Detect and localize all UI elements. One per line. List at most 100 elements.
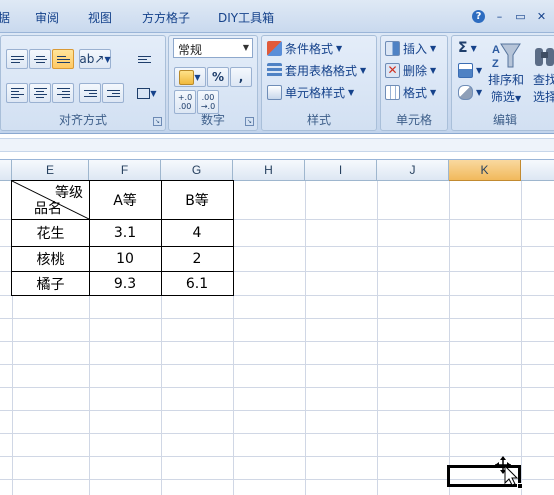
delete-cells-icon: ✕ xyxy=(385,62,400,78)
table-border xyxy=(89,180,90,296)
column-header-h[interactable]: H xyxy=(233,160,305,181)
format-cells-button[interactable]: 格式 ▼ xyxy=(385,82,436,102)
cell-value-a[interactable]: 9.3 xyxy=(89,272,161,295)
gridline xyxy=(0,410,554,411)
increase-decimal-bottom: .00 xyxy=(178,102,192,111)
format-as-table-button[interactable]: 套用表格格式 ▼ xyxy=(267,60,366,80)
fill-button[interactable]: ▼ xyxy=(458,60,482,80)
table-border xyxy=(12,219,234,220)
diagonal-header-bottom: 品名 xyxy=(34,201,62,217)
cell-value-a[interactable]: 10 xyxy=(89,247,161,271)
decrease-decimal-button[interactable]: .00 →.0 xyxy=(197,90,219,114)
align-top-icon xyxy=(10,55,24,63)
column-header-partial-right[interactable] xyxy=(521,160,554,181)
autosum-button[interactable]: Σ ▼ xyxy=(458,38,477,58)
cell-name[interactable]: 花生 xyxy=(12,220,89,246)
accounting-format-button[interactable]: ▼ xyxy=(174,67,206,87)
wrap-text-button[interactable] xyxy=(133,49,155,69)
group-editing-label: 编辑 xyxy=(492,113,517,127)
window-controls: ? – ▭ ✕ xyxy=(472,10,548,23)
gridline xyxy=(305,181,306,495)
dialog-launcher-icon[interactable]: ↘ xyxy=(245,117,254,126)
tab-review[interactable]: 审阅 xyxy=(35,9,59,26)
ribbon: ab↗ ▼ ▼ 对齐方式 ↘ 数字 ↘ 常规 ▼ ▼ % , +.0 .00 .… xyxy=(0,32,554,134)
worksheet-grid[interactable]: E F G H I J K 等级 品名 A等 B等 花生 3.1 4 核桃 10… xyxy=(0,160,554,495)
percent-style-button[interactable]: % xyxy=(207,67,229,87)
align-bottom-button[interactable] xyxy=(52,49,74,69)
conditional-formatting-label: 条件格式 xyxy=(285,41,334,56)
column-header-e[interactable]: E xyxy=(12,160,89,181)
delete-cells-button[interactable]: ✕ 删除 ▼ xyxy=(385,60,436,80)
column-header-partial[interactable] xyxy=(0,160,12,181)
minimize-icon[interactable]: – xyxy=(493,10,506,23)
svg-text:A: A xyxy=(492,44,500,56)
comma-style-button[interactable]: , xyxy=(230,67,252,87)
insert-cells-icon xyxy=(385,40,400,56)
align-right-button[interactable] xyxy=(52,83,74,103)
align-top-button[interactable] xyxy=(6,49,28,69)
insert-cells-label: 插入 xyxy=(403,41,428,56)
cell-header-b[interactable]: B等 xyxy=(161,181,233,219)
cell-styles-button[interactable]: 单元格样式 ▼ xyxy=(267,82,354,102)
find-select-button[interactable]: 查找 选择 xyxy=(532,40,554,106)
align-bottom-icon xyxy=(56,55,70,63)
formula-bar[interactable] xyxy=(0,134,554,160)
conditional-formatting-button[interactable]: 条件格式 ▼ xyxy=(267,38,342,58)
increase-decimal-button[interactable]: +.0 .00 xyxy=(174,90,196,114)
table-border xyxy=(12,246,234,247)
increase-indent-icon xyxy=(106,89,120,97)
column-header-g[interactable]: G xyxy=(161,160,233,181)
help-icon[interactable]: ? xyxy=(472,10,485,23)
column-header-i[interactable]: I xyxy=(305,160,377,181)
cell-styles-label: 单元格样式 xyxy=(285,85,346,100)
align-center-icon xyxy=(33,88,47,98)
align-middle-button[interactable] xyxy=(29,49,51,69)
group-cells-label: 单元格 xyxy=(395,113,432,127)
align-left-button[interactable] xyxy=(6,83,28,103)
close-icon[interactable]: ✕ xyxy=(535,10,548,23)
sort-filter-button[interactable]: A Z 排序和 筛选▼ xyxy=(488,40,524,107)
cell-value-b[interactable]: 2 xyxy=(161,247,233,271)
decrease-indent-button[interactable] xyxy=(79,83,101,103)
restore-icon[interactable]: ▭ xyxy=(514,10,527,23)
table-border xyxy=(12,271,234,272)
format-cells-icon xyxy=(385,84,400,100)
chevron-down-icon: ▼ xyxy=(242,43,249,52)
gridline xyxy=(0,456,554,457)
sort-filter-label-1: 排序和 xyxy=(488,73,525,87)
clear-button[interactable]: ▼ xyxy=(458,82,482,102)
dialog-launcher-icon[interactable]: ↘ xyxy=(153,117,162,126)
increase-indent-button[interactable] xyxy=(102,83,124,103)
column-header-f[interactable]: F xyxy=(89,160,161,181)
group-cells: 插入 ▼ ✕ 删除 ▼ 格式 ▼ 单元格 xyxy=(380,35,448,131)
merge-center-button[interactable]: ▼ xyxy=(133,83,161,103)
decrease-decimal-top: .00 xyxy=(201,93,215,102)
cell-name[interactable]: 核桃 xyxy=(12,247,89,271)
tab-view[interactable]: 视图 xyxy=(88,9,112,26)
cell-value-b[interactable]: 6.1 xyxy=(161,272,233,295)
tab-data[interactable]: 据 xyxy=(0,9,10,26)
column-header-j[interactable]: J xyxy=(377,160,449,181)
fill-down-icon xyxy=(458,62,473,78)
eraser-icon xyxy=(458,84,473,100)
gridline xyxy=(377,181,378,495)
column-header-k[interactable]: K xyxy=(449,160,521,181)
orientation-button[interactable]: ab↗ ▼ xyxy=(79,49,111,69)
gridline xyxy=(0,387,554,388)
cell-name[interactable]: 橘子 xyxy=(12,272,89,295)
ribbon-tab-bar: 据 审阅 视图 方方格子 DIY工具箱 ? – ▭ ✕ xyxy=(0,0,554,32)
cell-value-a[interactable]: 3.1 xyxy=(89,220,161,246)
align-center-button[interactable] xyxy=(29,83,51,103)
cell-value-b[interactable]: 4 xyxy=(161,220,233,246)
cell-header-a[interactable]: A等 xyxy=(89,181,161,219)
table-border xyxy=(233,180,234,296)
merge-cells-icon xyxy=(137,87,151,99)
sigma-icon: Σ xyxy=(458,40,468,56)
number-format-select[interactable]: 常规 ▼ xyxy=(173,38,253,58)
orientation-icon: ab↗ xyxy=(79,52,105,66)
tab-fangfanggezi[interactable]: 方方格子 xyxy=(142,9,190,26)
cell-styles-icon xyxy=(267,84,282,100)
cell-diagonal-header[interactable]: 等级 品名 xyxy=(12,181,89,219)
insert-cells-button[interactable]: 插入 ▼ xyxy=(385,38,436,58)
tab-diy-toolbox[interactable]: DIY工具箱 xyxy=(218,9,274,26)
